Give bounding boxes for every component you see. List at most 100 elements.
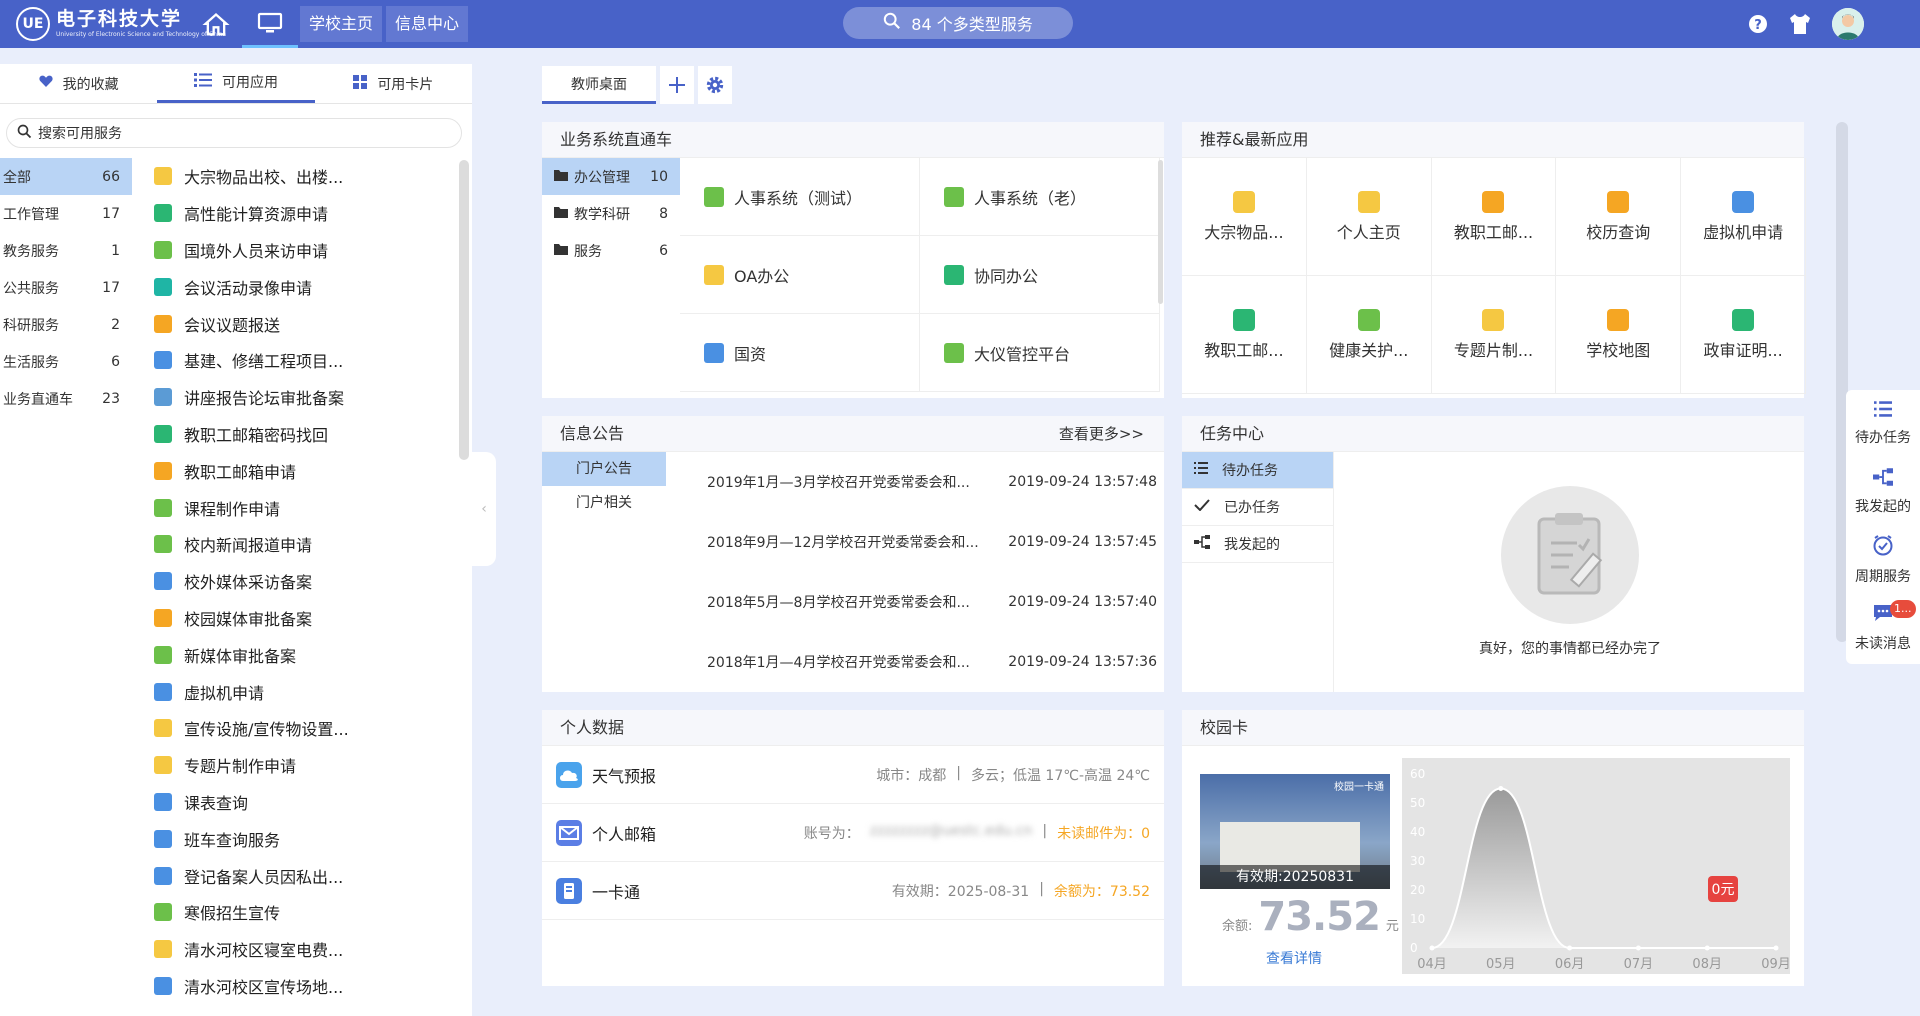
biz-system-card: 业务系统直通车 办公管理 10 教学科研 8 服务 6 人事系统（测试） 人事系统（老） OA… — [542, 122, 1164, 398]
category-item[interactable]: 业务直通车 23 — [0, 380, 132, 417]
biz-system-item[interactable]: 国资 — [680, 314, 920, 392]
side-widget-item[interactable]: 待办任务 — [1846, 390, 1920, 458]
recommended-app-item[interactable]: 虚拟机申请 — [1681, 158, 1806, 276]
category-item[interactable]: 科研服务 2 — [0, 306, 132, 343]
task-tab[interactable]: 已办任务 — [1182, 489, 1333, 526]
app-list-item[interactable]: 清水河校区宣传场地... — [154, 968, 454, 1005]
biz-system-item[interactable]: 人事系统（老） — [920, 158, 1160, 236]
app-list-scrollbar[interactable] — [459, 160, 469, 460]
biz-system-item[interactable]: 协同办公 — [920, 236, 1160, 314]
app-list-item[interactable]: 新媒体审批备案 — [154, 636, 454, 673]
biz-system-label: 人事系统（老） — [974, 188, 1087, 208]
notice-row[interactable]: 2018年9月—12月学校召开党委常委会和... 2019-09-24 13:57… — [707, 512, 1157, 572]
recommended-app-item[interactable]: 学校地图 — [1556, 276, 1682, 394]
app-list-item[interactable]: 登记备案人员因私出... — [154, 857, 454, 894]
app-list-item[interactable]: 会议议题报送 — [154, 305, 454, 342]
global-search-button[interactable]: 84 个多类型服务 — [843, 7, 1073, 39]
app-list-item[interactable]: 教职工邮箱密码找回 — [154, 416, 454, 453]
app-list-item[interactable]: 寒假招生宣传 — [154, 894, 454, 931]
app-list-item[interactable]: 高性能计算资源申请 — [154, 195, 454, 232]
notice-more-link[interactable]: 查看更多>> — [1059, 416, 1144, 452]
category-item[interactable]: 全部 66 — [0, 158, 132, 195]
app-list-item[interactable]: 大宗物品出校、出楼... — [154, 158, 454, 195]
recommended-app-icon — [1232, 190, 1255, 213]
biz-system-item[interactable]: 人事系统（测试） — [680, 158, 920, 236]
app-list-item[interactable]: 宣传设施/宣传物设置... — [154, 710, 454, 747]
recommended-app-item[interactable]: 政审证明... — [1681, 276, 1806, 394]
notice-tab[interactable]: 门户相关 — [542, 486, 666, 520]
biz-system-item[interactable]: OA办公 — [680, 236, 920, 314]
app-list-item[interactable]: 课表查询 — [154, 784, 454, 821]
app-list-item[interactable]: 校内新闻报道申请 — [154, 526, 454, 563]
tab-available-cards[interactable]: 可用卡片 — [315, 64, 472, 103]
app-label: 会议活动录像申请 — [184, 278, 313, 298]
app-list-item[interactable]: 清水河校区寝室电费... — [154, 931, 454, 968]
help-icon[interactable]: ? — [1746, 12, 1770, 36]
recommended-app-item[interactable]: 教职工邮... — [1431, 158, 1557, 276]
recommended-app-item[interactable]: 健康关护... — [1306, 276, 1432, 394]
desktop-icon[interactable] — [242, 0, 298, 48]
app-list-item[interactable]: 校园媒体审批备案 — [154, 600, 454, 637]
category-item[interactable]: 教务服务 1 — [0, 232, 132, 269]
biz-system-item[interactable]: 大仪管控平台 — [920, 314, 1160, 392]
app-list-item[interactable]: 校外媒体采访备案 — [154, 563, 454, 600]
biz-grid-scrollbar[interactable] — [1158, 160, 1163, 304]
app-list-item[interactable]: 基建、修缮工程项目... — [154, 342, 454, 379]
avatar[interactable] — [1832, 8, 1864, 40]
side-widget-item[interactable]: 未读消息 1... — [1846, 594, 1920, 662]
view-details-link[interactable]: 查看详情 — [1266, 948, 1322, 968]
side-widget-item[interactable]: 周期服务 — [1846, 526, 1920, 594]
recommended-app-item[interactable]: 教职工邮... — [1182, 276, 1307, 394]
logo-seal-icon: UE — [16, 7, 50, 41]
side-widget-item[interactable]: 我发起的 — [1846, 458, 1920, 526]
tab-teacher-desktop[interactable]: 教师桌面 — [542, 66, 656, 104]
recommended-app-item[interactable]: 大宗物品... — [1182, 158, 1307, 276]
x-tick-label: 08月 — [1692, 957, 1722, 972]
notice-row[interactable]: 2019年1月—3月学校召开党委常委会和... 2019-09-24 13:57:… — [707, 452, 1157, 512]
nav-school-home-button[interactable]: 学校主页 — [300, 6, 383, 42]
recommended-app-item[interactable]: 个人主页 — [1306, 158, 1432, 276]
recommended-app-item[interactable]: 专题片制... — [1431, 276, 1557, 394]
notice-row[interactable]: 2018年1月—4月学校召开党委常委会和... 2019-09-24 13:57:… — [707, 632, 1157, 692]
app-list-item[interactable]: 虚拟机申请 — [154, 673, 454, 710]
biz-category-item[interactable]: 办公管理 10 — [542, 158, 680, 195]
gear-icon[interactable] — [698, 66, 732, 104]
app-list-item[interactable]: 专题片制作申请 — [154, 747, 454, 784]
app-list-item[interactable]: 班车查询服务 — [154, 820, 454, 857]
tab-favorites[interactable]: 我的收藏 — [0, 64, 157, 103]
university-logo[interactable]: UE 电子科技大学 University of Electronic Scien… — [16, 6, 226, 42]
biz-category-item[interactable]: 教学科研 8 — [542, 195, 680, 232]
campus-card-row[interactable]: 一卡通 有效期：2025-08-31 | 余额为：73.52 — [542, 862, 1164, 920]
category-item[interactable]: 生活服务 6 — [0, 343, 132, 380]
weather-row[interactable]: 天气预报 城市：成都 | 多云；低温 17℃-高温 24℃ — [542, 746, 1164, 804]
home-icon[interactable] — [202, 11, 230, 39]
task-tab[interactable]: 待办任务 — [1182, 452, 1333, 489]
notice-tab[interactable]: 门户公告 — [542, 452, 666, 486]
data-point — [1498, 786, 1504, 791]
service-search-input[interactable]: 搜索可用服务 — [6, 118, 462, 148]
recommended-app-label: 教职工邮... — [1204, 340, 1284, 360]
app-list-item[interactable]: 讲座报告论坛审批备案 — [154, 379, 454, 416]
app-list-item[interactable]: 教职工邮箱申请 — [154, 452, 454, 489]
tshirt-icon[interactable] — [1788, 12, 1812, 36]
app-list-item[interactable]: 会议活动录像申请 — [154, 268, 454, 305]
side-widget-label: 未读消息 — [1855, 636, 1911, 652]
category-item[interactable]: 公共服务 17 — [0, 269, 132, 306]
app-list-item[interactable]: 国境外人员来访申请 — [154, 232, 454, 269]
task-tabs: 待办任务 已办任务 我发起的 — [1182, 452, 1334, 692]
mailbox-row[interactable]: 个人邮箱 账号为： zzzzzzzz@uestc.edu.cn | 未读邮件为：… — [542, 804, 1164, 862]
recommended-app-item[interactable]: 校历查询 — [1556, 158, 1682, 276]
app-list-item[interactable]: 课程制作申请 — [154, 489, 454, 526]
collapse-panel-handle[interactable]: ‹ — [472, 452, 496, 566]
plus-icon[interactable] — [660, 66, 694, 104]
tab-available-apps[interactable]: 可用应用 — [157, 64, 315, 103]
biz-category-item[interactable]: 服务 6 — [542, 232, 680, 269]
app-icon — [154, 314, 172, 333]
biz-system-icon — [944, 264, 964, 285]
nav-info-center-button[interactable]: 信息中心 — [386, 6, 469, 42]
task-tab[interactable]: 我发起的 — [1182, 526, 1333, 563]
notice-row[interactable]: 2018年5月—8月学校召开党委常委会和... 2019-09-24 13:57:… — [707, 572, 1157, 632]
search-icon — [17, 124, 32, 143]
chevron-left-icon: ‹ — [481, 501, 487, 517]
category-item[interactable]: 工作管理 17 — [0, 195, 132, 232]
